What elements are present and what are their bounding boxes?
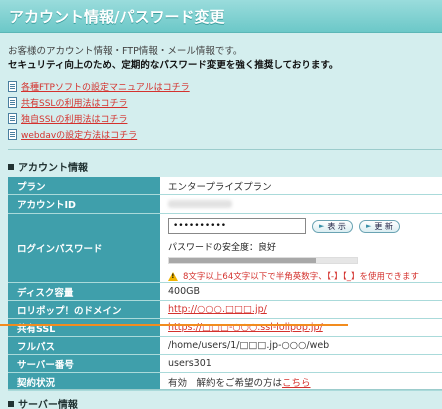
contract-status-value: 有効 解約をご希望の方は こちら xyxy=(161,373,442,390)
table-row: プラン エンタープライズプラン xyxy=(8,177,442,195)
redacted-account-id xyxy=(168,200,232,208)
contract-status-text: 有効 解約をご希望の方は xyxy=(168,377,283,389)
account-id-label: アカウントID xyxy=(8,195,161,213)
link-item-own-ssl[interactable]: 独自SSLの利用法はコチラ xyxy=(8,110,190,126)
password-input[interactable]: •••••••••• xyxy=(168,218,306,234)
table-row: フルパス /home/users/1/□□□.jp-○○○/web xyxy=(8,337,442,355)
link-item-ftp-manual[interactable]: 各種FTPソフトの設定マニュアルはコチラ xyxy=(8,78,190,94)
document-icon xyxy=(8,128,17,140)
cancel-contract-link[interactable]: こちら xyxy=(282,375,311,389)
password-strength-meter xyxy=(168,257,358,264)
full-path-label: フルパス xyxy=(8,337,161,354)
strength-meter-fill xyxy=(169,258,316,263)
account-table: プラン エンタープライズプラン アカウントID ログインパスワード ••••••… xyxy=(8,177,442,391)
update-password-button[interactable]: ► 更 新 xyxy=(358,219,400,233)
account-id-value xyxy=(161,195,442,213)
arrow-right-icon: ► xyxy=(365,222,372,230)
password-rule-warning: ! 8文字以上64文字以下で半角英数字、【-】【_】を使用できます xyxy=(168,270,419,282)
shared-ssl-highlight-line xyxy=(0,324,348,326)
manual-links: 各種FTPソフトの設定マニュアルはコチラ 共有SSLの利用法はコチラ 独自SSL… xyxy=(8,78,190,142)
square-bullet-icon xyxy=(8,164,14,170)
account-section-label: アカウント情報 xyxy=(18,163,88,174)
full-path-value: /home/users/1/□□□.jp-○○○/web xyxy=(161,337,442,354)
page-title: アカウント情報/パスワード変更 xyxy=(9,8,225,26)
page-header: アカウント情報/パスワード変更 xyxy=(0,0,442,33)
server-section-label: サーバー情報 xyxy=(18,400,78,409)
password-cell: •••••••••• ► 表 示 ► 更 新 パスワードの安全度：良好 ! 8文字以… xyxy=(161,214,442,282)
ftp-manual-link[interactable]: 各種FTPソフトの設定マニュアルはコチラ xyxy=(21,80,190,93)
update-button-label: 更 新 xyxy=(374,221,393,231)
table-row: サーバー番号 users301 xyxy=(8,355,442,373)
show-button-label: 表 示 xyxy=(327,221,346,231)
divider xyxy=(8,149,442,150)
contract-status-label: 契約状況 xyxy=(8,373,161,390)
domain-link[interactable]: http://○○○.□□□.jp/ xyxy=(168,304,267,315)
show-password-button[interactable]: ► 表 示 xyxy=(312,219,353,233)
password-label: ログインパスワード xyxy=(8,214,161,282)
document-icon xyxy=(8,112,17,124)
plan-label: プラン xyxy=(8,177,161,194)
shared-ssl-value: https://□□□-○○○.ssl-lolipop.jp/ xyxy=(161,319,442,336)
server-number-value: users301 xyxy=(161,355,442,372)
account-section-title: アカウント情報 xyxy=(8,159,88,174)
intro-text: お客様のアカウント情報・FTP情報・メール情報です。 xyxy=(8,46,243,57)
webdav-help-link[interactable]: webdavの設定方法はコチラ xyxy=(21,128,137,141)
warning-icon: ! xyxy=(168,271,178,281)
disk-label: ディスク容量 xyxy=(8,283,161,300)
server-section-title: サーバー情報 xyxy=(8,396,78,409)
table-row: 共有SSL https://□□□-○○○.ssl-lolipop.jp/ xyxy=(8,319,442,337)
link-item-shared-ssl[interactable]: 共有SSLの利用法はコチラ xyxy=(8,94,190,110)
table-row: アカウントID xyxy=(8,195,442,214)
divider xyxy=(8,389,442,390)
security-notice: セキュリティ向上のため、定期的なパスワード変更を強く推奨しております。 xyxy=(8,60,339,71)
arrow-right-icon: ► xyxy=(319,222,325,230)
plan-value: エンタープライズプラン xyxy=(161,177,442,194)
shared-ssl-label: 共有SSL xyxy=(8,319,161,336)
table-row: ディスク容量 400GB xyxy=(8,283,442,301)
domain-label: ロリポップ！のドメイン xyxy=(8,301,161,318)
disk-value: 400GB xyxy=(161,283,442,300)
document-icon xyxy=(8,96,17,108)
server-number-label: サーバー番号 xyxy=(8,355,161,372)
domain-value: http://○○○.□□□.jp/ xyxy=(161,301,442,318)
warning-text: 8文字以上64文字以下で半角英数字、【-】【_】を使用できます xyxy=(183,272,420,282)
password-controls: •••••••••• ► 表 示 ► 更 新 xyxy=(168,218,400,234)
document-icon xyxy=(8,80,17,92)
own-ssl-help-link[interactable]: 独自SSLの利用法はコチラ xyxy=(21,112,127,125)
square-bullet-icon xyxy=(8,401,14,407)
password-strength-label: パスワードの安全度：良好 xyxy=(168,243,277,253)
link-item-webdav[interactable]: webdavの設定方法はコチラ xyxy=(8,126,190,142)
shared-ssl-help-link[interactable]: 共有SSLの利用法はコチラ xyxy=(21,96,127,109)
table-row: ログインパスワード •••••••••• ► 表 示 ► 更 新 パスワードの安全度… xyxy=(8,214,442,283)
table-row: ロリポップ！のドメイン http://○○○.□□□.jp/ xyxy=(8,301,442,319)
